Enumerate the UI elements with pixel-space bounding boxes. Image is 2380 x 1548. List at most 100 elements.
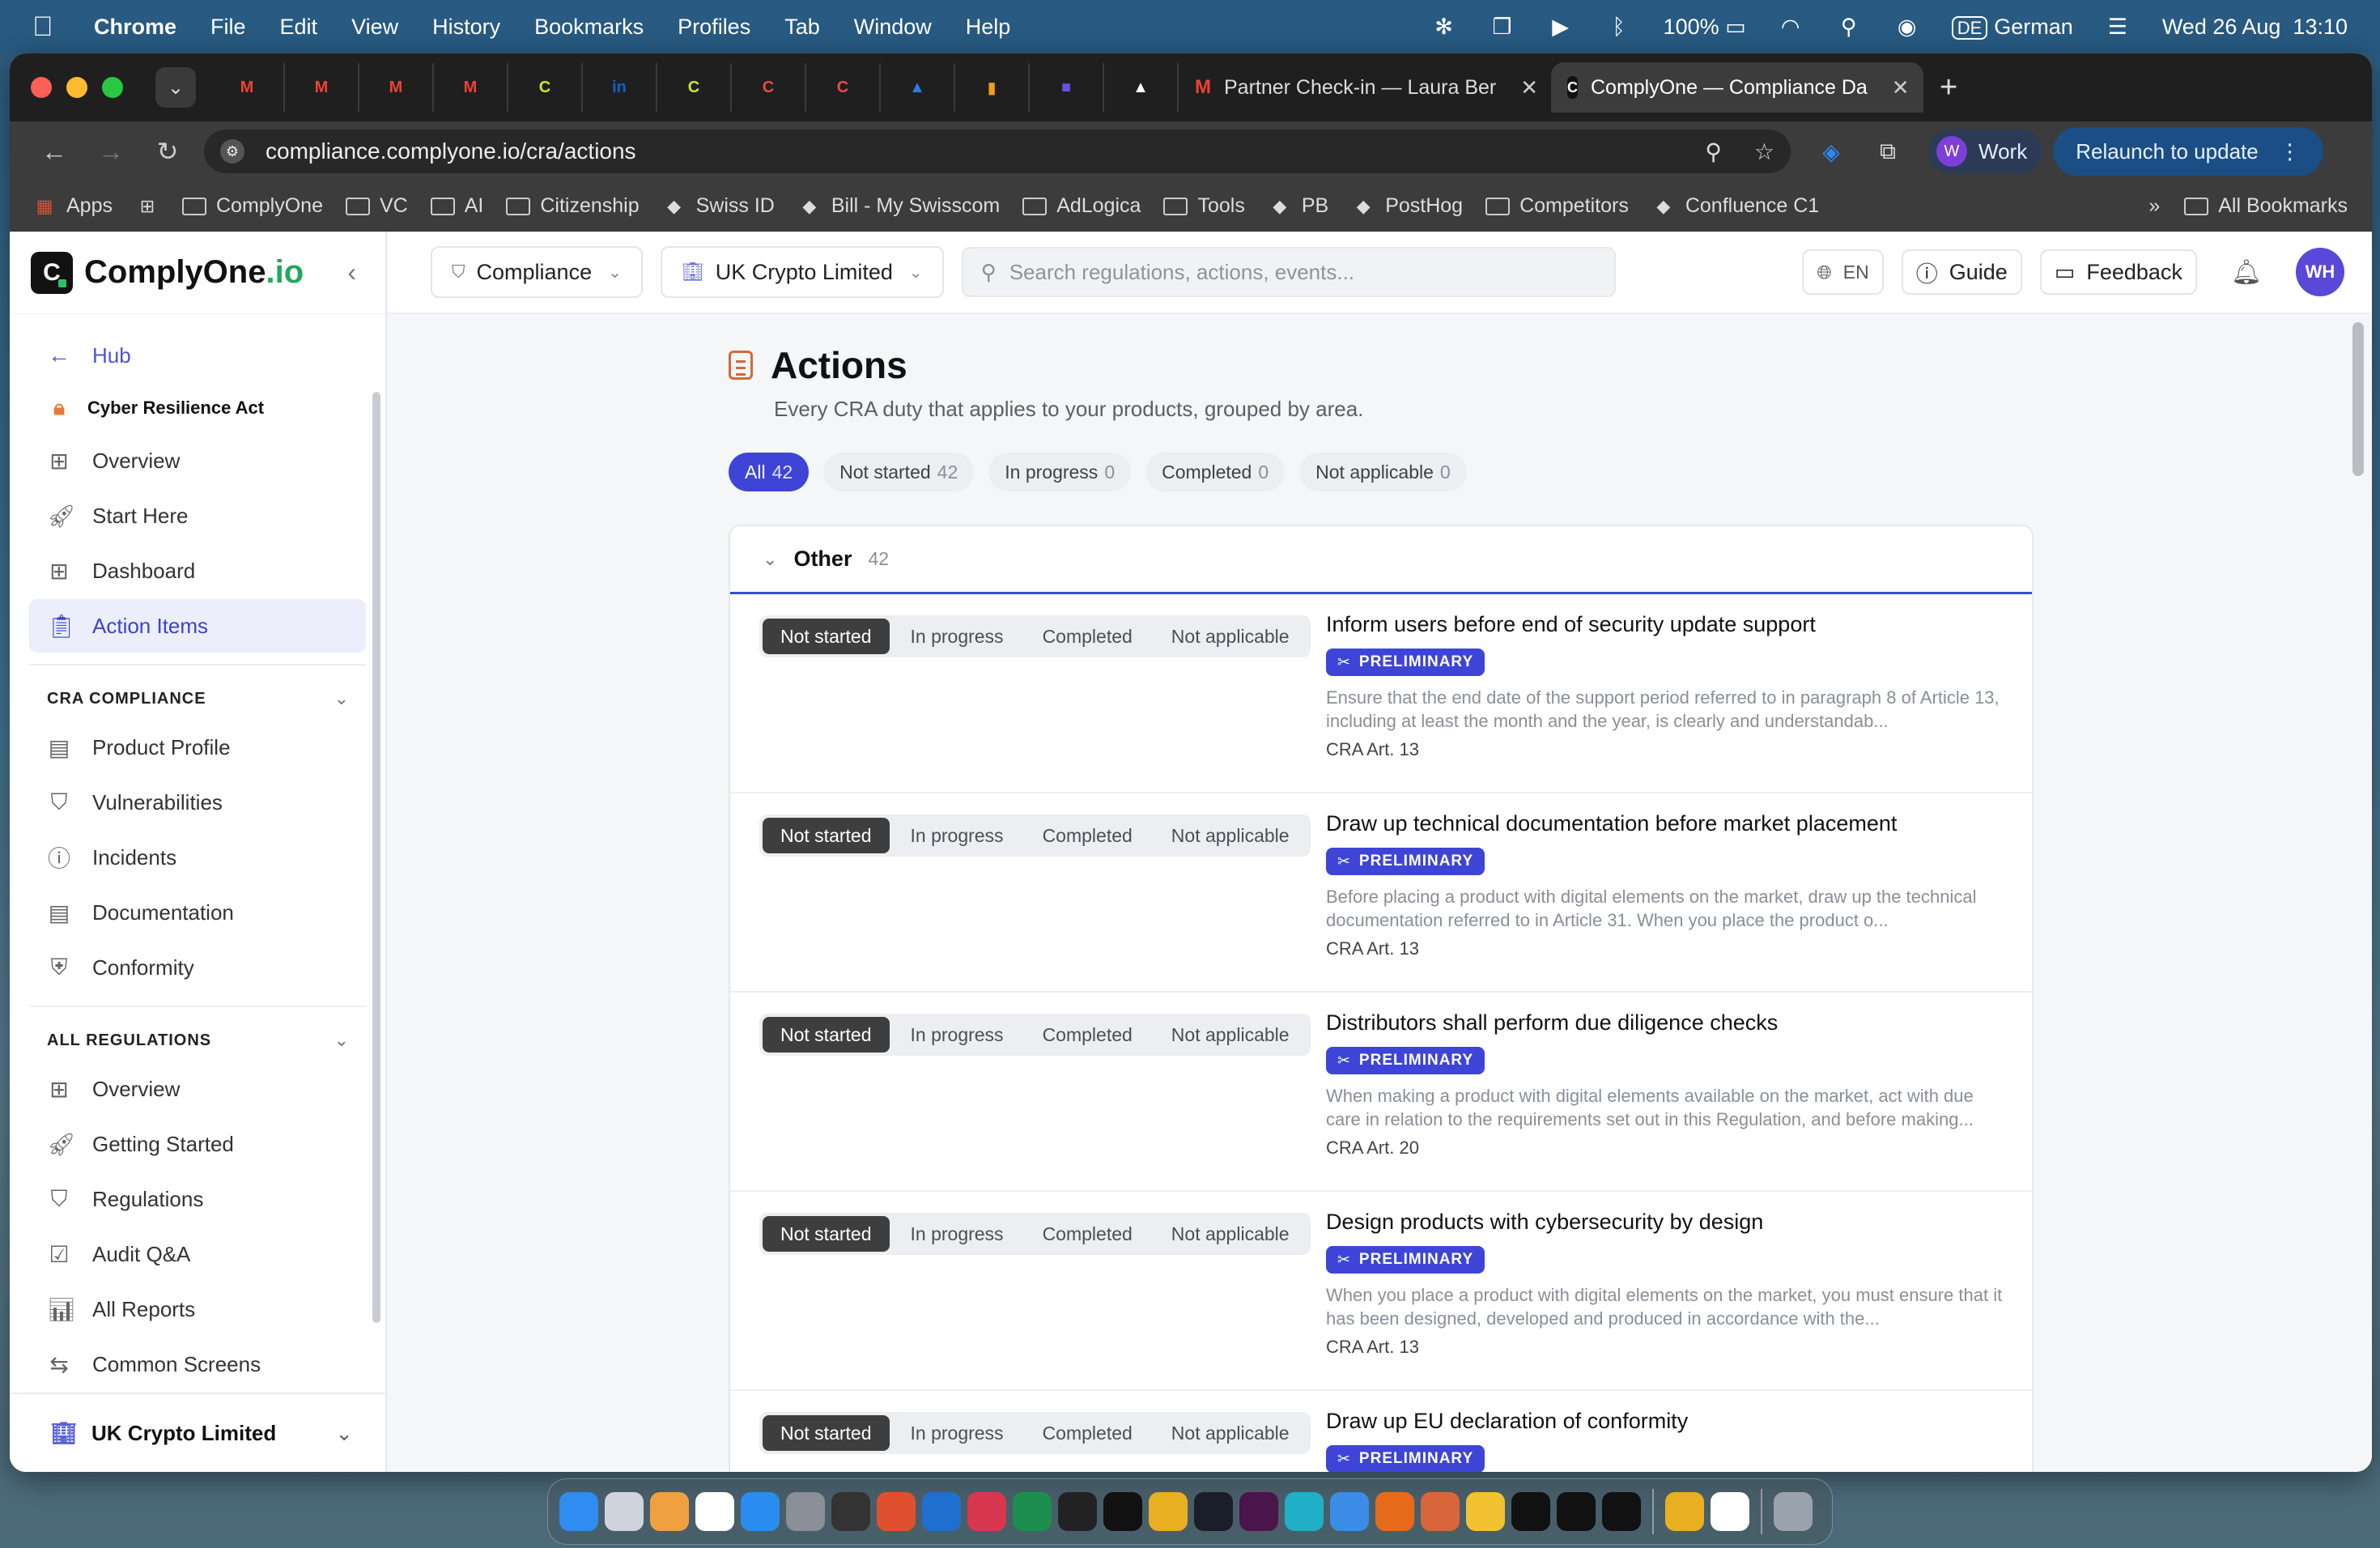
pinned-tab[interactable]: ▮ bbox=[955, 63, 1030, 112]
asterisk-app-icon[interactable]: ✻ bbox=[1430, 13, 1458, 40]
sidebar-item-incidents[interactable]: ⓘ Incidents bbox=[29, 831, 366, 884]
input-source[interactable]: DE German bbox=[1951, 15, 2073, 40]
sidebar-item-all-reports[interactable]: 📊︎ All Reports bbox=[29, 1282, 366, 1336]
status-option-completed[interactable]: Completed bbox=[1025, 1216, 1150, 1252]
app-icon[interactable] bbox=[1557, 1492, 1596, 1531]
sidebar-item-audit-qa[interactable]: ☑ Audit Q&A bbox=[29, 1227, 366, 1281]
status-option-completed[interactable]: Completed bbox=[1025, 1017, 1150, 1053]
close-window-button[interactable] bbox=[31, 77, 52, 98]
bookmark-bill-my-swisscom[interactable]: ◆ Bill - My Swisscom bbox=[797, 194, 1000, 218]
tab-search-button[interactable]: ⌄ bbox=[155, 67, 196, 108]
page-scrollbar[interactable] bbox=[2352, 322, 2364, 476]
search-input[interactable] bbox=[1009, 259, 1576, 285]
terminal-icon[interactable] bbox=[1103, 1492, 1142, 1531]
trash-icon[interactable] bbox=[1774, 1492, 1813, 1531]
pinned-tab[interactable]: C bbox=[732, 63, 806, 112]
sidebar-item-action-items[interactable]: 📋︎ Action Items bbox=[29, 599, 366, 653]
chatgpt-icon[interactable] bbox=[1602, 1492, 1641, 1531]
pinned-tab[interactable]: C bbox=[657, 63, 732, 112]
bookmark-vc[interactable]: VC bbox=[345, 194, 408, 218]
app-icon[interactable] bbox=[1330, 1492, 1369, 1531]
sidebar-item-common-screens[interactable]: ⇆ Common Screens bbox=[29, 1337, 366, 1391]
siri-icon[interactable]: ◉ bbox=[1893, 13, 1921, 40]
sidebar-item-cyber-resilience-act[interactable]: 🔒︎ Cyber Resilience Act bbox=[29, 384, 366, 432]
menu-help[interactable]: Help bbox=[966, 15, 1011, 40]
status-option-completed[interactable]: Completed bbox=[1025, 1415, 1150, 1451]
action-title[interactable]: Distributors shall perform due diligence… bbox=[1326, 1010, 2003, 1036]
pinned-tab[interactable]: in bbox=[583, 63, 657, 112]
bookmark-complyone[interactable]: ComplyOne bbox=[181, 194, 323, 218]
filter-not-started[interactable]: Not started 42 bbox=[823, 453, 975, 491]
action-title[interactable]: Design products with cybersecurity by de… bbox=[1326, 1210, 2003, 1235]
pinned-tab[interactable]: ■ bbox=[1030, 63, 1104, 112]
menu-file[interactable]: File bbox=[210, 15, 246, 40]
play-icon[interactable]: ▶ bbox=[1547, 13, 1575, 40]
user-avatar[interactable]: WH bbox=[2296, 248, 2344, 296]
menu-app-name[interactable]: Chrome bbox=[94, 15, 176, 40]
sidebar-item-getting-started[interactable]: 🚀︎ Getting Started bbox=[29, 1117, 366, 1171]
apple-icon[interactable]:  bbox=[32, 11, 65, 43]
bookmark-pb[interactable]: ◆ PB bbox=[1268, 194, 1328, 218]
sidebar-item-vulnerabilities[interactable]: ⛉ Vulnerabilities bbox=[29, 776, 366, 829]
status-option-not-started[interactable]: Not started bbox=[763, 818, 890, 853]
battery-status[interactable]: 100% ▭ bbox=[1664, 15, 1746, 40]
sidebar-item-hub[interactable]: ← Hub bbox=[29, 329, 366, 382]
reload-icon[interactable]: ↻ bbox=[139, 136, 196, 167]
filter-not-applicable[interactable]: Not applicable 0 bbox=[1299, 453, 1467, 491]
group-header[interactable]: ⌄ Other 42 bbox=[730, 526, 2032, 594]
app-icon[interactable] bbox=[1511, 1492, 1550, 1531]
bell-icon[interactable]: 🔔︎ bbox=[2231, 258, 2262, 287]
status-option-in-progress[interactable]: In progress bbox=[893, 1415, 1022, 1451]
brand-name[interactable]: ComplyOne.io bbox=[84, 254, 304, 291]
filter-all[interactable]: All 42 bbox=[729, 453, 810, 491]
menu-window[interactable]: Window bbox=[854, 15, 932, 40]
close-icon[interactable]: ✕ bbox=[1520, 75, 1538, 100]
tab-partner-checkin[interactable]: M Partner Check-in — Laura Ber ✕ bbox=[1179, 62, 1551, 113]
sidebar-item-regs-overview[interactable]: ⊞ Overview bbox=[29, 1062, 366, 1116]
sidebar-item-documentation[interactable]: ▤ Documentation bbox=[29, 886, 366, 939]
org-selector[interactable]: 🏢︎ UK Crypto Limited ⌄ bbox=[660, 246, 944, 298]
outlook-icon[interactable] bbox=[922, 1492, 961, 1531]
tab-groups-icon[interactable]: ⊞ bbox=[135, 196, 159, 217]
photos-icon[interactable] bbox=[650, 1492, 689, 1531]
menu-bookmarks[interactable]: Bookmarks bbox=[534, 15, 644, 40]
status-option-not-applicable[interactable]: Not applicable bbox=[1154, 1216, 1307, 1252]
bluetooth-icon[interactable]: ᛒ bbox=[1605, 13, 1633, 40]
bookmark-posthog[interactable]: ◆ PostHog bbox=[1351, 194, 1463, 218]
status-option-not-applicable[interactable]: Not applicable bbox=[1154, 1017, 1307, 1053]
plex-icon[interactable] bbox=[1058, 1492, 1097, 1531]
chrome-icon[interactable] bbox=[1149, 1492, 1188, 1531]
compliance-selector[interactable]: ⛉ Compliance ⌄ bbox=[431, 246, 643, 298]
menu-profiles[interactable]: Profiles bbox=[678, 15, 750, 40]
collapse-sidebar-icon[interactable]: ‹ bbox=[347, 257, 356, 287]
live-icon[interactable] bbox=[831, 1492, 870, 1531]
excel-icon[interactable] bbox=[1013, 1492, 1052, 1531]
slack-icon[interactable] bbox=[1239, 1492, 1278, 1531]
pinned-tab[interactable]: M bbox=[434, 63, 508, 112]
menu-edit[interactable]: Edit bbox=[280, 15, 318, 40]
pinned-tab[interactable]: ▲ bbox=[881, 63, 955, 112]
pinned-tab[interactable]: M bbox=[359, 63, 434, 112]
wifi-icon[interactable]: ◠ bbox=[1777, 13, 1804, 40]
profile-button[interactable]: W Work bbox=[1928, 130, 2042, 173]
back-icon[interactable]: ← bbox=[26, 137, 83, 167]
menu-tab[interactable]: Tab bbox=[784, 15, 820, 40]
extension-shield-icon[interactable]: ◈ bbox=[1815, 138, 1847, 165]
close-icon[interactable]: ✕ bbox=[1892, 75, 1910, 100]
bookmark-ai[interactable]: AI bbox=[430, 194, 483, 218]
section-cra-compliance[interactable]: CRA COMPLIANCE ⌄ bbox=[29, 664, 366, 721]
status-option-completed[interactable]: Completed bbox=[1025, 818, 1150, 853]
status-option-in-progress[interactable]: In progress bbox=[893, 1216, 1022, 1252]
sidebar-scrollbar[interactable] bbox=[372, 392, 380, 1323]
menu-view[interactable]: View bbox=[351, 15, 398, 40]
site-info-icon[interactable]: ⚙ bbox=[220, 139, 244, 164]
speedtest-icon[interactable] bbox=[1194, 1492, 1233, 1531]
bookmark-swiss-id[interactable]: ◆ Swiss ID bbox=[662, 194, 775, 218]
app-icon[interactable] bbox=[967, 1492, 1006, 1531]
bookmark-confluence-c1[interactable]: ◆ Confluence C1 bbox=[1651, 194, 1819, 218]
zoom-window-button[interactable] bbox=[102, 77, 123, 98]
section-all-regulations[interactable]: ALL REGULATIONS ⌄ bbox=[29, 1006, 366, 1062]
url-text[interactable]: compliance.complyone.io/cra/actions bbox=[266, 138, 636, 164]
status-option-in-progress[interactable]: In progress bbox=[893, 619, 1022, 654]
action-title[interactable]: Draw up EU declaration of conformity bbox=[1326, 1409, 2003, 1434]
